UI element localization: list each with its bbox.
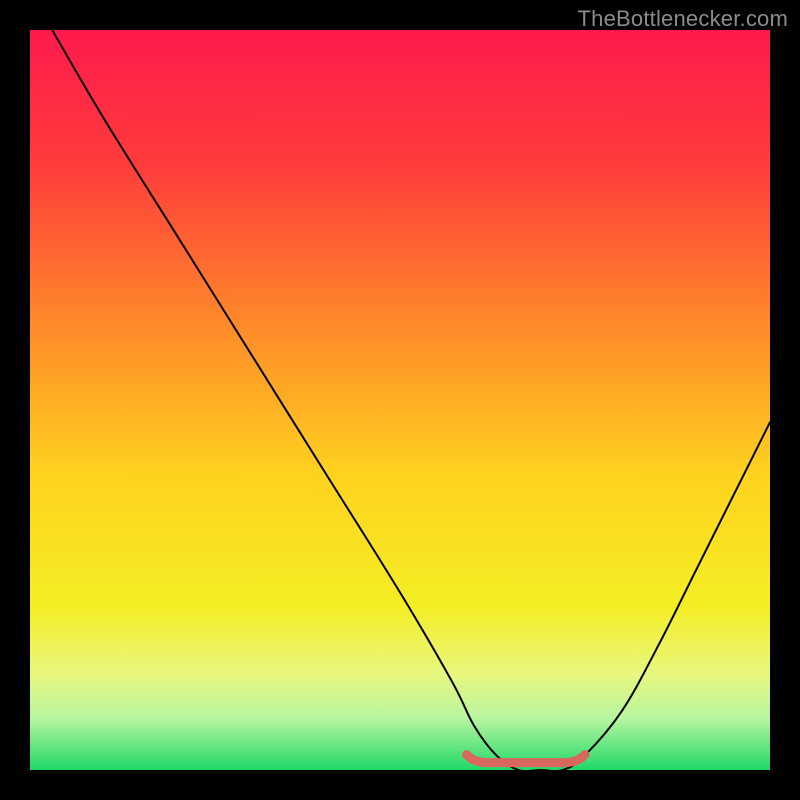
bottleneck-chart xyxy=(30,30,770,770)
chart-container: TheBottlenecker.com xyxy=(0,0,800,800)
watermark-text: TheBottlenecker.com xyxy=(578,6,788,32)
plot-area xyxy=(30,30,770,770)
gradient-background xyxy=(30,30,770,770)
